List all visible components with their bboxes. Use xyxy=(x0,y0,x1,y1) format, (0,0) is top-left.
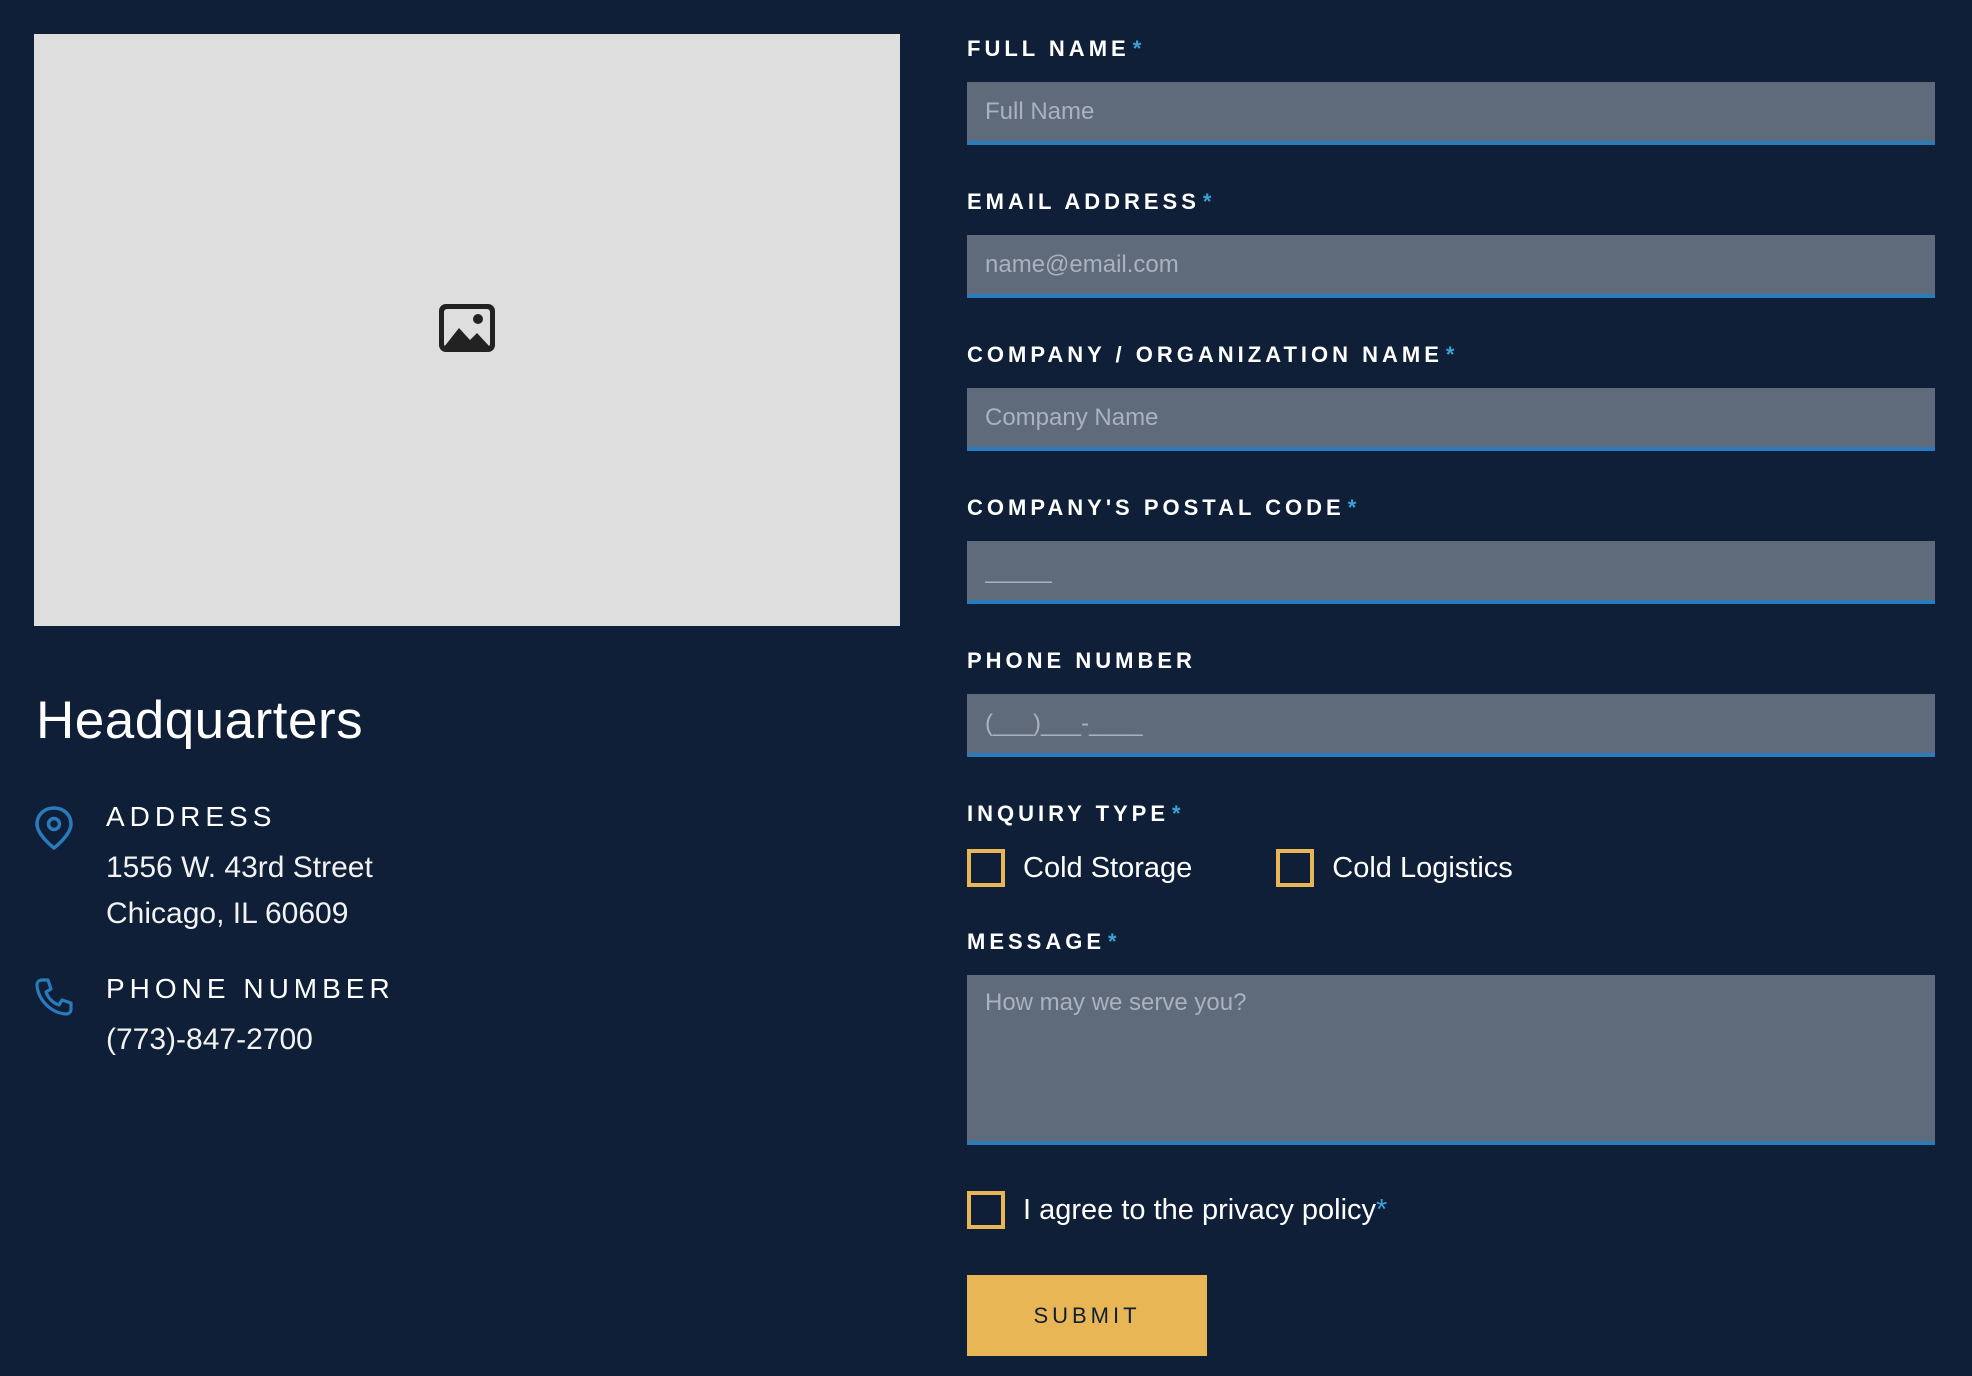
address-label: ADDRESS xyxy=(106,801,277,832)
phone-number-input[interactable] xyxy=(967,694,1935,757)
postal-code-label: COMPANY'S POSTAL CODE * xyxy=(967,495,1361,520)
map-pin-icon xyxy=(34,799,106,937)
headquarters-panel: Headquarters ADDRESS 1556 W. 43rd Street… xyxy=(34,34,900,1063)
phone-number-label: PHONE NUMBER xyxy=(967,648,1196,673)
company-label: COMPANY / ORGANIZATION NAME * xyxy=(967,342,1459,367)
image-icon xyxy=(437,302,497,359)
contact-form: FULL NAME* EMAIL ADDRESS* COMPANY / ORGA… xyxy=(967,38,1935,1356)
cold-logistics-label[interactable]: Cold Logistics xyxy=(1332,852,1513,885)
cold-storage-label[interactable]: Cold Storage xyxy=(1023,852,1192,885)
message-textarea[interactable] xyxy=(967,975,1935,1145)
privacy-checkbox[interactable] xyxy=(967,1191,1005,1229)
email-label: EMAIL ADDRESS * xyxy=(967,189,1216,214)
cold-logistics-checkbox[interactable] xyxy=(1276,849,1315,887)
email-input[interactable] xyxy=(967,235,1935,298)
full-name-input[interactable] xyxy=(967,82,1935,145)
full-name-field: FULL NAME * xyxy=(967,38,1935,145)
full-name-label: FULL NAME * xyxy=(967,36,1146,61)
message-field: MESSAGE * xyxy=(967,931,1935,1145)
address-line-2: Chicago, IL 60609 xyxy=(106,897,349,930)
inquiry-type-field: INQUIRY TYPE * Cold Storage Cold Logistic… xyxy=(967,803,1935,887)
email-field: EMAIL ADDRESS * xyxy=(967,191,1935,298)
inquiry-options: Cold Storage Cold Logistics xyxy=(967,849,1935,887)
cold-storage-checkbox[interactable] xyxy=(967,849,1005,887)
address-line-1: 1556 W. 43rd Street xyxy=(106,851,373,884)
address-block: ADDRESS 1556 W. 43rd Street Chicago, IL … xyxy=(34,799,900,937)
headquarters-heading: Headquarters xyxy=(36,691,364,750)
privacy-label[interactable]: I agree to the privacy policy* xyxy=(1023,1194,1387,1227)
postal-code-input[interactable] xyxy=(967,541,1935,604)
submit-button[interactable]: SUBMIT xyxy=(967,1275,1207,1356)
location-image-placeholder xyxy=(34,34,900,626)
company-field: COMPANY / ORGANIZATION NAME * xyxy=(967,344,1935,451)
company-input[interactable] xyxy=(967,388,1935,451)
phone-block: PHONE NUMBER (773)-847-2700 xyxy=(34,971,900,1063)
phone-field: PHONE NUMBER xyxy=(967,650,1935,757)
inquiry-type-label: INQUIRY TYPE * xyxy=(967,801,1185,826)
phone-icon xyxy=(34,971,106,1063)
phone-value[interactable]: (773)-847-2700 xyxy=(106,1017,395,1063)
privacy-consent: I agree to the privacy policy* xyxy=(967,1191,1935,1229)
phone-label: PHONE NUMBER xyxy=(106,973,395,1004)
postal-code-field: COMPANY'S POSTAL CODE * xyxy=(967,497,1935,604)
message-label: MESSAGE * xyxy=(967,929,1121,954)
